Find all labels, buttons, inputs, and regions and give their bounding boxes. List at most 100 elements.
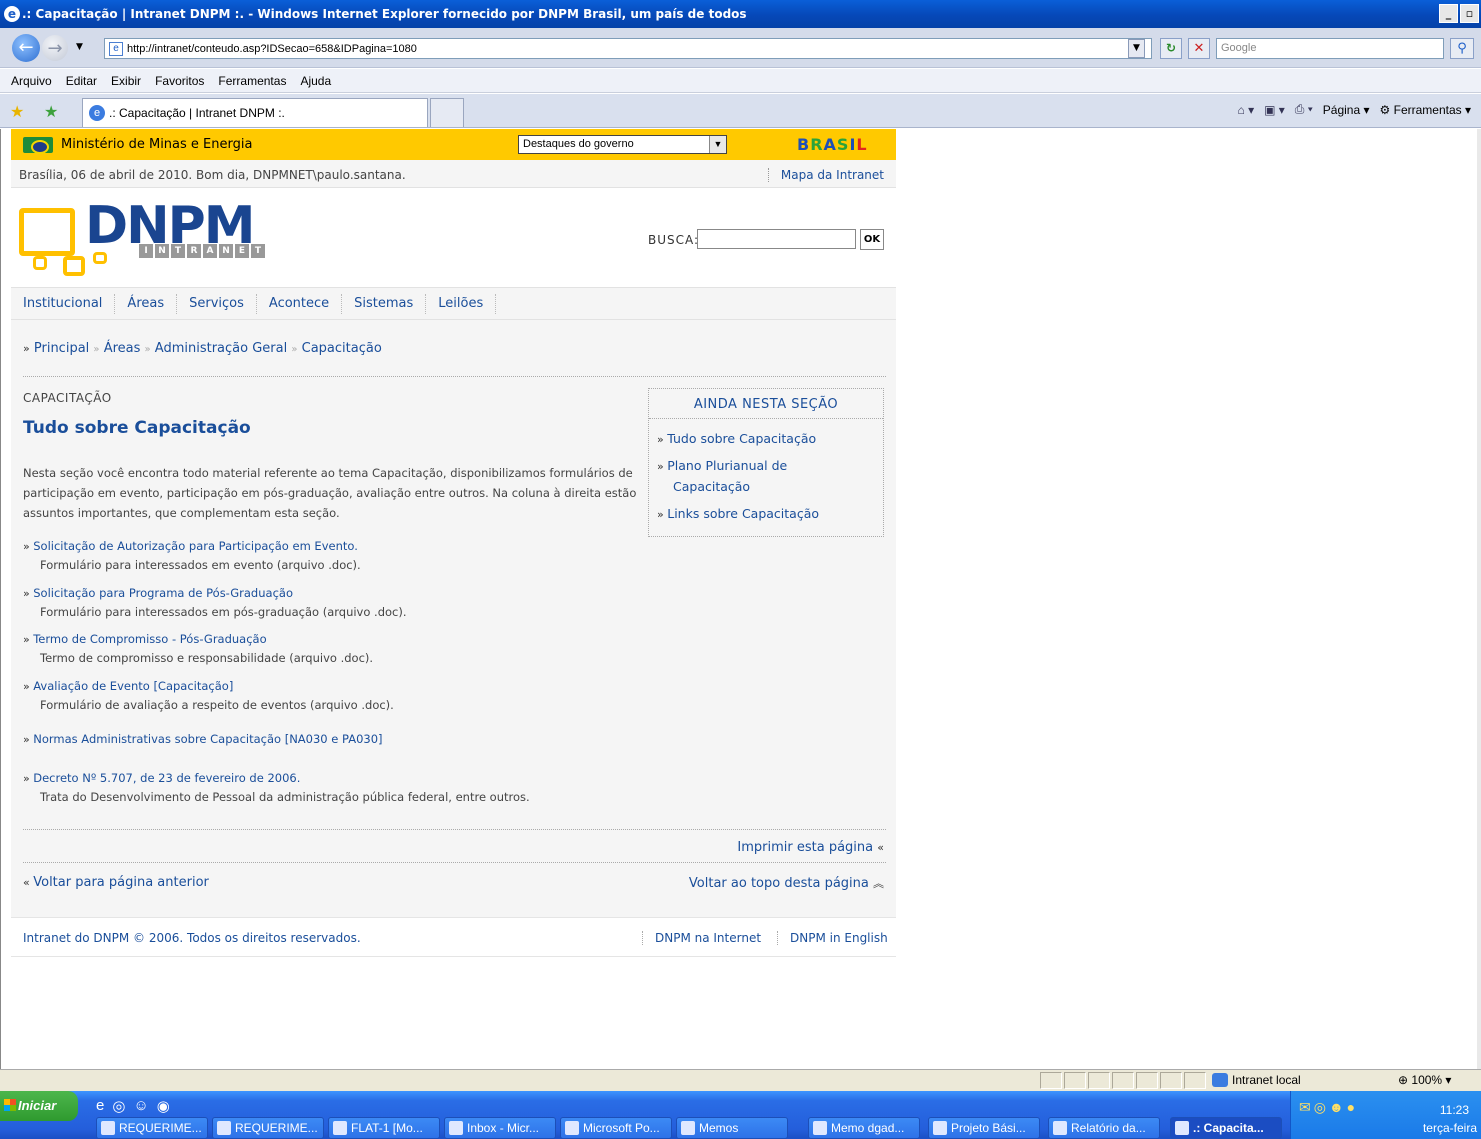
- sidebar-item[interactable]: » Tudo sobre Capacitação: [657, 429, 816, 450]
- breadcrumb-current[interactable]: Capacitação: [302, 341, 382, 356]
- home-icon[interactable]: ⌂ ▾: [1237, 103, 1254, 117]
- footer-link-english[interactable]: DNPM in English: [777, 931, 888, 945]
- tools-menu[interactable]: ⚙ Ferramentas ▾: [1380, 103, 1471, 117]
- footer-link-internet[interactable]: DNPM na Internet: [642, 931, 761, 945]
- start-button[interactable]: Iniciar: [0, 1091, 78, 1121]
- breadcrumb-separator: »: [144, 344, 151, 355]
- government-highlights-select[interactable]: Destaques do governo ▼: [518, 135, 727, 154]
- taskbar-item[interactable]: REQUERIME...: [212, 1117, 324, 1139]
- command-bar: ⌂ ▾ ▣ ▾ ⎙ ▾ Página ▾ ⚙ Ferramentas ▾: [1237, 102, 1471, 117]
- chevron-right-icon: »: [23, 680, 34, 693]
- clock: 11:23: [1439, 1103, 1469, 1117]
- add-favorites-icon[interactable]: ★: [44, 102, 58, 121]
- taskbar-item[interactable]: REQUERIME...: [96, 1117, 208, 1139]
- logo-subtitle: INTRANET: [139, 244, 265, 258]
- history-dropdown-icon[interactable]: ▼: [76, 42, 83, 52]
- nav-institucional[interactable]: Institucional: [11, 293, 116, 314]
- chevron-right-icon: »: [657, 508, 668, 521]
- item-link[interactable]: Normas Administrativas sobre Capacitação…: [33, 732, 382, 746]
- item-description: Trata do Desenvolvimento de Pessoal da a…: [40, 790, 530, 804]
- menu-arquivo[interactable]: Arquivo: [4, 74, 59, 88]
- taskbar-item[interactable]: Projeto Bási...: [928, 1117, 1040, 1139]
- brasil-logo[interactable]: BRASIL: [797, 135, 868, 154]
- nav-acontece[interactable]: Acontece: [257, 293, 343, 314]
- taskbar-item[interactable]: Relatório da...: [1048, 1117, 1160, 1139]
- taskbar-item[interactable]: FLAT-1 [Mo...: [328, 1117, 440, 1139]
- outlook-icon[interactable]: ◎: [112, 1097, 125, 1115]
- back-to-top-link[interactable]: Voltar ao topo desta página ︽: [689, 875, 884, 891]
- chevron-right-icon: »: [23, 342, 30, 355]
- divider: [23, 376, 886, 377]
- search-icon[interactable]: ⚲: [1450, 38, 1474, 59]
- back-page-link[interactable]: « Voltar para página anterior: [23, 875, 209, 890]
- menu-ajuda[interactable]: Ajuda: [293, 74, 338, 88]
- chevron-right-icon: »: [23, 633, 34, 646]
- list-item: » Avaliação de Evento [Capacitação] Form…: [23, 677, 394, 714]
- divider: [23, 829, 886, 830]
- item-link[interactable]: Termo de Compromisso - Pós-Graduação: [33, 632, 266, 646]
- maximize-button[interactable]: ▫: [1460, 4, 1479, 23]
- list-item: » Normas Administrativas sobre Capacitaç…: [23, 730, 383, 749]
- print-icon[interactable]: ⎙ ▾: [1295, 102, 1313, 117]
- item-link[interactable]: Solicitação de Autorização para Particip…: [33, 539, 358, 553]
- item-link[interactable]: Decreto Nº 5.707, de 23 de fevereiro de …: [33, 771, 300, 785]
- taskbar-item[interactable]: Microsoft Po...: [560, 1117, 672, 1139]
- status-bar: Intranet local ⊕ 100% ▾: [0, 1069, 1481, 1091]
- feeds-icon[interactable]: ▣ ▾: [1264, 103, 1285, 117]
- minimize-button[interactable]: _: [1439, 4, 1458, 23]
- nav-leiloes[interactable]: Leilões: [426, 293, 497, 314]
- menu-exibir[interactable]: Exibir: [104, 74, 148, 88]
- search-input[interactable]: Google: [1216, 38, 1444, 59]
- media-icon[interactable]: ◉: [157, 1097, 170, 1115]
- nav-areas[interactable]: Áreas: [115, 293, 178, 314]
- taskbar-item-active[interactable]: .: Capacita...: [1170, 1117, 1282, 1139]
- favorites-star-icon[interactable]: ★: [10, 102, 24, 121]
- menu-favoritos[interactable]: Favoritos: [148, 74, 211, 88]
- double-chevron-left-icon: «: [23, 876, 34, 889]
- stop-button[interactable]: ✕: [1188, 38, 1210, 59]
- back-button[interactable]: ←: [12, 34, 40, 62]
- chevron-down-icon: ▼: [709, 136, 726, 153]
- ie-icon: e: [4, 6, 20, 22]
- site-map-link[interactable]: Mapa da Intranet: [767, 168, 884, 182]
- vertical-scrollbar[interactable]: [1477, 129, 1481, 1069]
- refresh-button[interactable]: ↻: [1160, 38, 1182, 59]
- government-bar: Ministério de Minas e Energia Destaques …: [11, 129, 896, 160]
- sidebar-item[interactable]: » Links sobre Capacitação: [657, 504, 819, 525]
- address-input[interactable]: e http://intranet/conteudo.asp?IDSecao=6…: [104, 38, 1152, 59]
- nav-servicos[interactable]: Serviços: [177, 293, 257, 314]
- messenger-icon[interactable]: ☺: [133, 1097, 148, 1115]
- menu-ferramentas[interactable]: Ferramentas: [211, 74, 293, 88]
- search-ok-button[interactable]: OK: [860, 229, 884, 250]
- new-tab-button[interactable]: [430, 98, 464, 127]
- forward-button[interactable]: →: [42, 35, 68, 61]
- sidebar-item[interactable]: » Plano Plurianual de Capacitação: [657, 456, 847, 497]
- print-page-link[interactable]: Imprimir esta página «: [737, 840, 884, 855]
- chevron-right-icon: »: [23, 587, 34, 600]
- security-zone[interactable]: Intranet local: [1212, 1073, 1301, 1087]
- zoom-control[interactable]: ⊕ 100% ▾: [1398, 1073, 1451, 1087]
- page-menu[interactable]: Página ▾: [1323, 103, 1370, 117]
- breadcrumb-separator: »: [93, 344, 100, 355]
- sidebar-title: AINDA NESTA SEÇÃO: [649, 389, 883, 419]
- menu-editar[interactable]: Editar: [59, 74, 104, 88]
- breadcrumb-admin[interactable]: Administração Geral: [155, 341, 287, 356]
- taskbar-item[interactable]: Memos: [676, 1117, 788, 1139]
- taskbar-item[interactable]: Memo dgad...: [808, 1117, 920, 1139]
- tray-icons[interactable]: ✉◎☻●: [1299, 1099, 1358, 1116]
- site-search-input[interactable]: [697, 229, 856, 249]
- taskbar-item[interactable]: Inbox - Micr...: [444, 1117, 556, 1139]
- item-description: Formulário para interessados em pós-grad…: [40, 605, 407, 619]
- ie-icon[interactable]: e: [96, 1097, 104, 1115]
- address-dropdown-button[interactable]: ▼: [1128, 39, 1145, 58]
- item-link[interactable]: Avaliação de Evento [Capacitação]: [33, 679, 233, 693]
- double-chevron-left-icon: «: [877, 841, 884, 854]
- nav-sistemas[interactable]: Sistemas: [342, 293, 427, 314]
- breadcrumb-areas[interactable]: Áreas: [104, 341, 141, 356]
- breadcrumb-principal[interactable]: Principal: [34, 341, 89, 356]
- list-item: » Solicitação para Programa de Pós-Gradu…: [23, 584, 407, 621]
- item-link[interactable]: Solicitação para Programa de Pós-Graduaç…: [33, 586, 293, 600]
- chevron-right-icon: »: [23, 772, 34, 785]
- ministry-link[interactable]: Ministério de Minas e Energia: [61, 137, 252, 152]
- tab-capacitacao[interactable]: e .: Capacitação | Intranet DNPM :.: [82, 98, 428, 127]
